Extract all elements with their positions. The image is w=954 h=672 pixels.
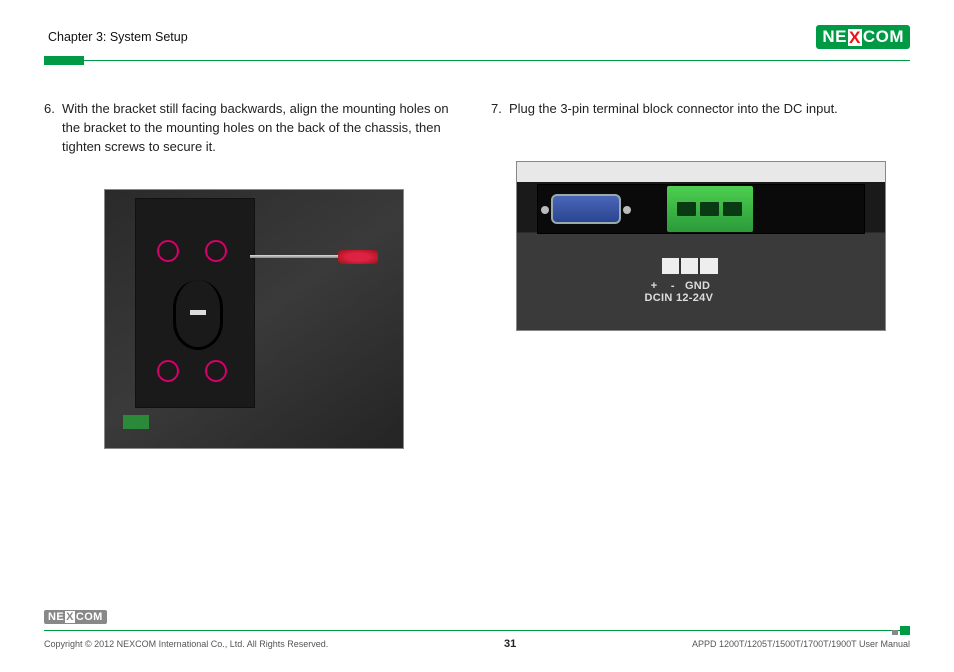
photo-dc-input: + - GND DCIN 12-24V	[516, 161, 886, 331]
cable-tie	[190, 310, 206, 315]
terminal-block-connector	[667, 186, 753, 232]
step-6-number: 6.	[44, 100, 62, 157]
small-terminal-block	[123, 415, 149, 429]
page-header: Chapter 3: System Setup NE X COM	[44, 22, 910, 52]
figure-step-6	[44, 189, 463, 449]
footer-logo-left: NE	[48, 611, 64, 623]
step-6-text: With the bracket still facing backwards,…	[62, 100, 463, 157]
step-6: 6. With the bracket still facing backwar…	[44, 100, 463, 157]
right-column: 7. Plug the 3-pin terminal block connect…	[491, 100, 910, 449]
page-footer: NE X COM Copyright © 2012 NEXCOM Interna…	[44, 610, 910, 650]
footer-nexcom-logo: NE X COM	[44, 610, 107, 624]
chapter-title: Chapter 3: System Setup	[48, 30, 188, 44]
step-7-text: Plug the 3-pin terminal block connector …	[509, 100, 910, 119]
logo-part-right: COM	[863, 27, 904, 47]
photo-bracket-mounting	[104, 189, 404, 449]
screwdriver-icon	[250, 250, 390, 264]
screw-highlight-4	[205, 360, 227, 382]
footer-divider	[44, 626, 910, 636]
manual-page: Chapter 3: System Setup NE X COM 6. With…	[44, 22, 910, 650]
nexcom-logo: NE X COM	[816, 25, 910, 49]
logo-part-left: NE	[822, 27, 847, 47]
figure-step-7: + - GND DCIN 12-24V	[491, 151, 910, 331]
screw-highlight-2	[205, 240, 227, 262]
screw-highlight-1	[157, 240, 179, 262]
vga-port-icon	[551, 194, 621, 224]
left-column: 6. With the bracket still facing backwar…	[44, 100, 463, 449]
connector-label-strip	[662, 258, 718, 274]
step-7-number: 7.	[491, 100, 509, 119]
footer-logo-x: X	[65, 611, 75, 623]
footer-logo-right: COM	[76, 611, 103, 623]
footer-row: Copyright © 2012 NEXCOM International Co…	[44, 638, 910, 650]
cable-loop	[173, 280, 223, 350]
manual-title: APPD 1200T/1205T/1500T/1700T/1900T User …	[692, 639, 910, 649]
header-divider	[44, 56, 910, 66]
copyright-text: Copyright © 2012 NEXCOM International Co…	[44, 639, 328, 649]
step-7: 7. Plug the 3-pin terminal block connect…	[491, 100, 910, 119]
screw-highlight-3	[157, 360, 179, 382]
page-number: 31	[504, 638, 516, 650]
logo-part-x: X	[848, 29, 862, 46]
content-columns: 6. With the bracket still facing backwar…	[44, 100, 910, 449]
dc-input-label: + - GND DCIN 12-24V	[645, 280, 714, 304]
